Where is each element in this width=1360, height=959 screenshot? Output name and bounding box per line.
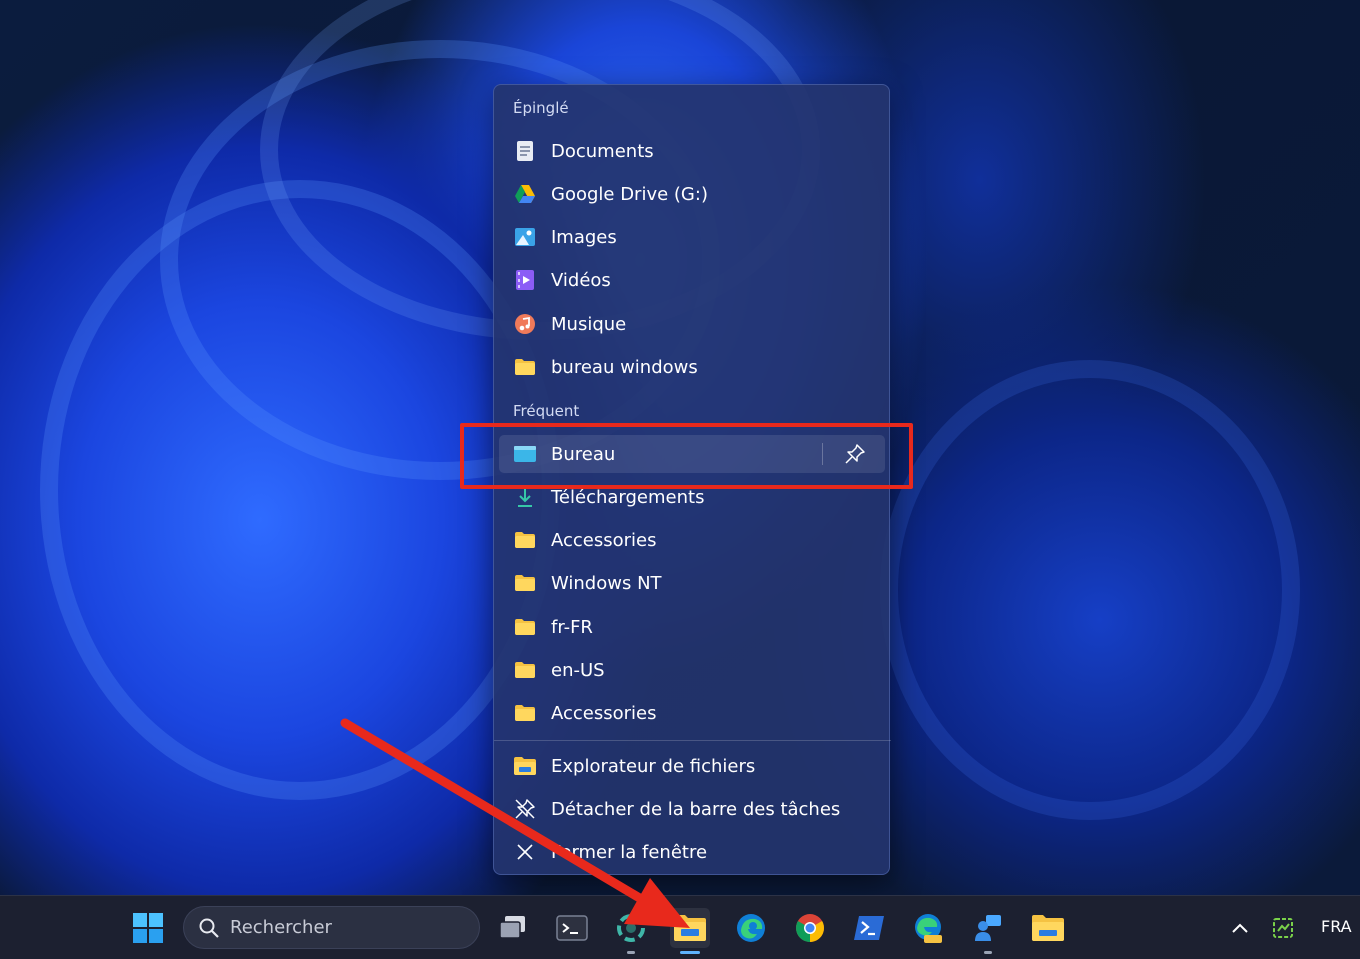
taskbar: Rechercher FRA <box>0 895 1360 959</box>
jump-item-label: Téléchargements <box>551 486 705 508</box>
user-app-icon <box>975 915 1001 941</box>
jump-item-accessories-2[interactable]: Accessories <box>499 694 885 732</box>
annotation-highlight-box <box>460 423 913 489</box>
jump-item-en-us[interactable]: en-US <box>499 651 885 689</box>
powershell-app[interactable] <box>849 908 889 948</box>
powershell-icon <box>854 916 884 940</box>
jump-item-documents[interactable]: Documents <box>499 132 885 170</box>
jump-item-label: Documents <box>551 140 654 162</box>
google-drive-icon <box>513 182 537 206</box>
videos-icon <box>513 268 537 292</box>
task-view-icon <box>499 916 525 939</box>
folder-icon <box>1032 915 1064 941</box>
jump-item-label: en-US <box>551 659 605 681</box>
terminal-app[interactable] <box>552 908 592 948</box>
jump-item-label: bureau windows <box>551 356 698 378</box>
close-icon <box>513 840 537 864</box>
images-icon <box>513 225 537 249</box>
action-label: Explorateur de fichiers <box>551 755 756 777</box>
folder-icon <box>513 528 537 552</box>
jump-item-images[interactable]: Images <box>499 218 885 256</box>
jump-item-label: Google Drive (G:) <box>551 183 708 205</box>
circular-app-icon <box>617 914 645 942</box>
folder-icon <box>513 701 537 725</box>
jump-item-label: Windows NT <box>551 572 662 594</box>
action-label: Détacher de la barre des tâches <box>551 798 841 820</box>
menu-divider <box>494 740 891 741</box>
folder-icon <box>513 355 537 379</box>
jump-item-label: Vidéos <box>551 269 611 291</box>
document-icon <box>513 139 537 163</box>
action-label: Fermer la fenêtre <box>551 841 708 863</box>
language-indicator[interactable]: FRA <box>1321 917 1352 936</box>
tray-app[interactable] <box>1265 908 1301 948</box>
jump-item-fr-fr[interactable]: fr-FR <box>499 608 885 646</box>
folder-icon <box>513 658 537 682</box>
search-icon <box>198 917 220 939</box>
running-indicator <box>627 951 635 954</box>
chrome-app[interactable] <box>790 908 830 948</box>
taskbar-search-box[interactable]: Rechercher <box>183 906 480 949</box>
task-view-button[interactable] <box>493 908 533 948</box>
search-placeholder: Rechercher <box>230 917 332 938</box>
jump-item-windows-nt[interactable]: Windows NT <box>499 564 885 602</box>
edge-canary-app[interactable] <box>908 908 948 948</box>
edge-icon <box>737 914 765 942</box>
jump-item-label: fr-FR <box>551 616 593 638</box>
file-explorer-taskbar-button[interactable] <box>670 908 710 954</box>
jump-item-label: Musique <box>551 313 627 335</box>
folder-icon <box>513 571 537 595</box>
edge-app[interactable] <box>731 908 771 948</box>
windows-logo-icon <box>133 913 163 943</box>
folder-app[interactable] <box>1028 908 1068 948</box>
jump-item-videos[interactable]: Vidéos <box>499 261 885 299</box>
folder-icon <box>513 615 537 639</box>
user-app[interactable] <box>968 908 1008 954</box>
chrome-icon <box>796 914 824 942</box>
jump-item-label: Accessories <box>551 702 657 724</box>
unpin-from-taskbar-action[interactable]: Détacher de la barre des tâches <box>499 790 885 828</box>
file-explorer-icon <box>513 754 537 778</box>
close-window-action[interactable]: Fermer la fenêtre <box>499 833 885 871</box>
jump-item-bureau-windows[interactable]: bureau windows <box>499 348 885 386</box>
chevron-up-icon <box>1232 923 1248 933</box>
start-button[interactable] <box>128 908 168 948</box>
active-indicator <box>680 951 700 954</box>
jump-item-label: Images <box>551 226 617 248</box>
open-file-explorer-action[interactable]: Explorateur de fichiers <box>499 747 885 785</box>
jump-item-music[interactable]: Musique <box>499 305 885 343</box>
frequent-section-label: Fréquent <box>513 402 580 420</box>
file-explorer-icon <box>674 915 706 941</box>
jump-item-label: Accessories <box>551 529 657 551</box>
running-indicator <box>984 951 992 954</box>
app-circular[interactable] <box>611 908 651 954</box>
jump-item-accessories[interactable]: Accessories <box>499 521 885 559</box>
tray-app-icon <box>1273 918 1293 938</box>
edge-canary-icon <box>915 914 942 943</box>
jump-item-google-drive[interactable]: Google Drive (G:) <box>499 175 885 213</box>
terminal-icon <box>556 915 588 941</box>
pinned-section-label: Épinglé <box>513 99 569 117</box>
music-icon <box>513 312 537 336</box>
unpin-icon <box>513 797 537 821</box>
show-hidden-icons-button[interactable] <box>1222 908 1258 948</box>
